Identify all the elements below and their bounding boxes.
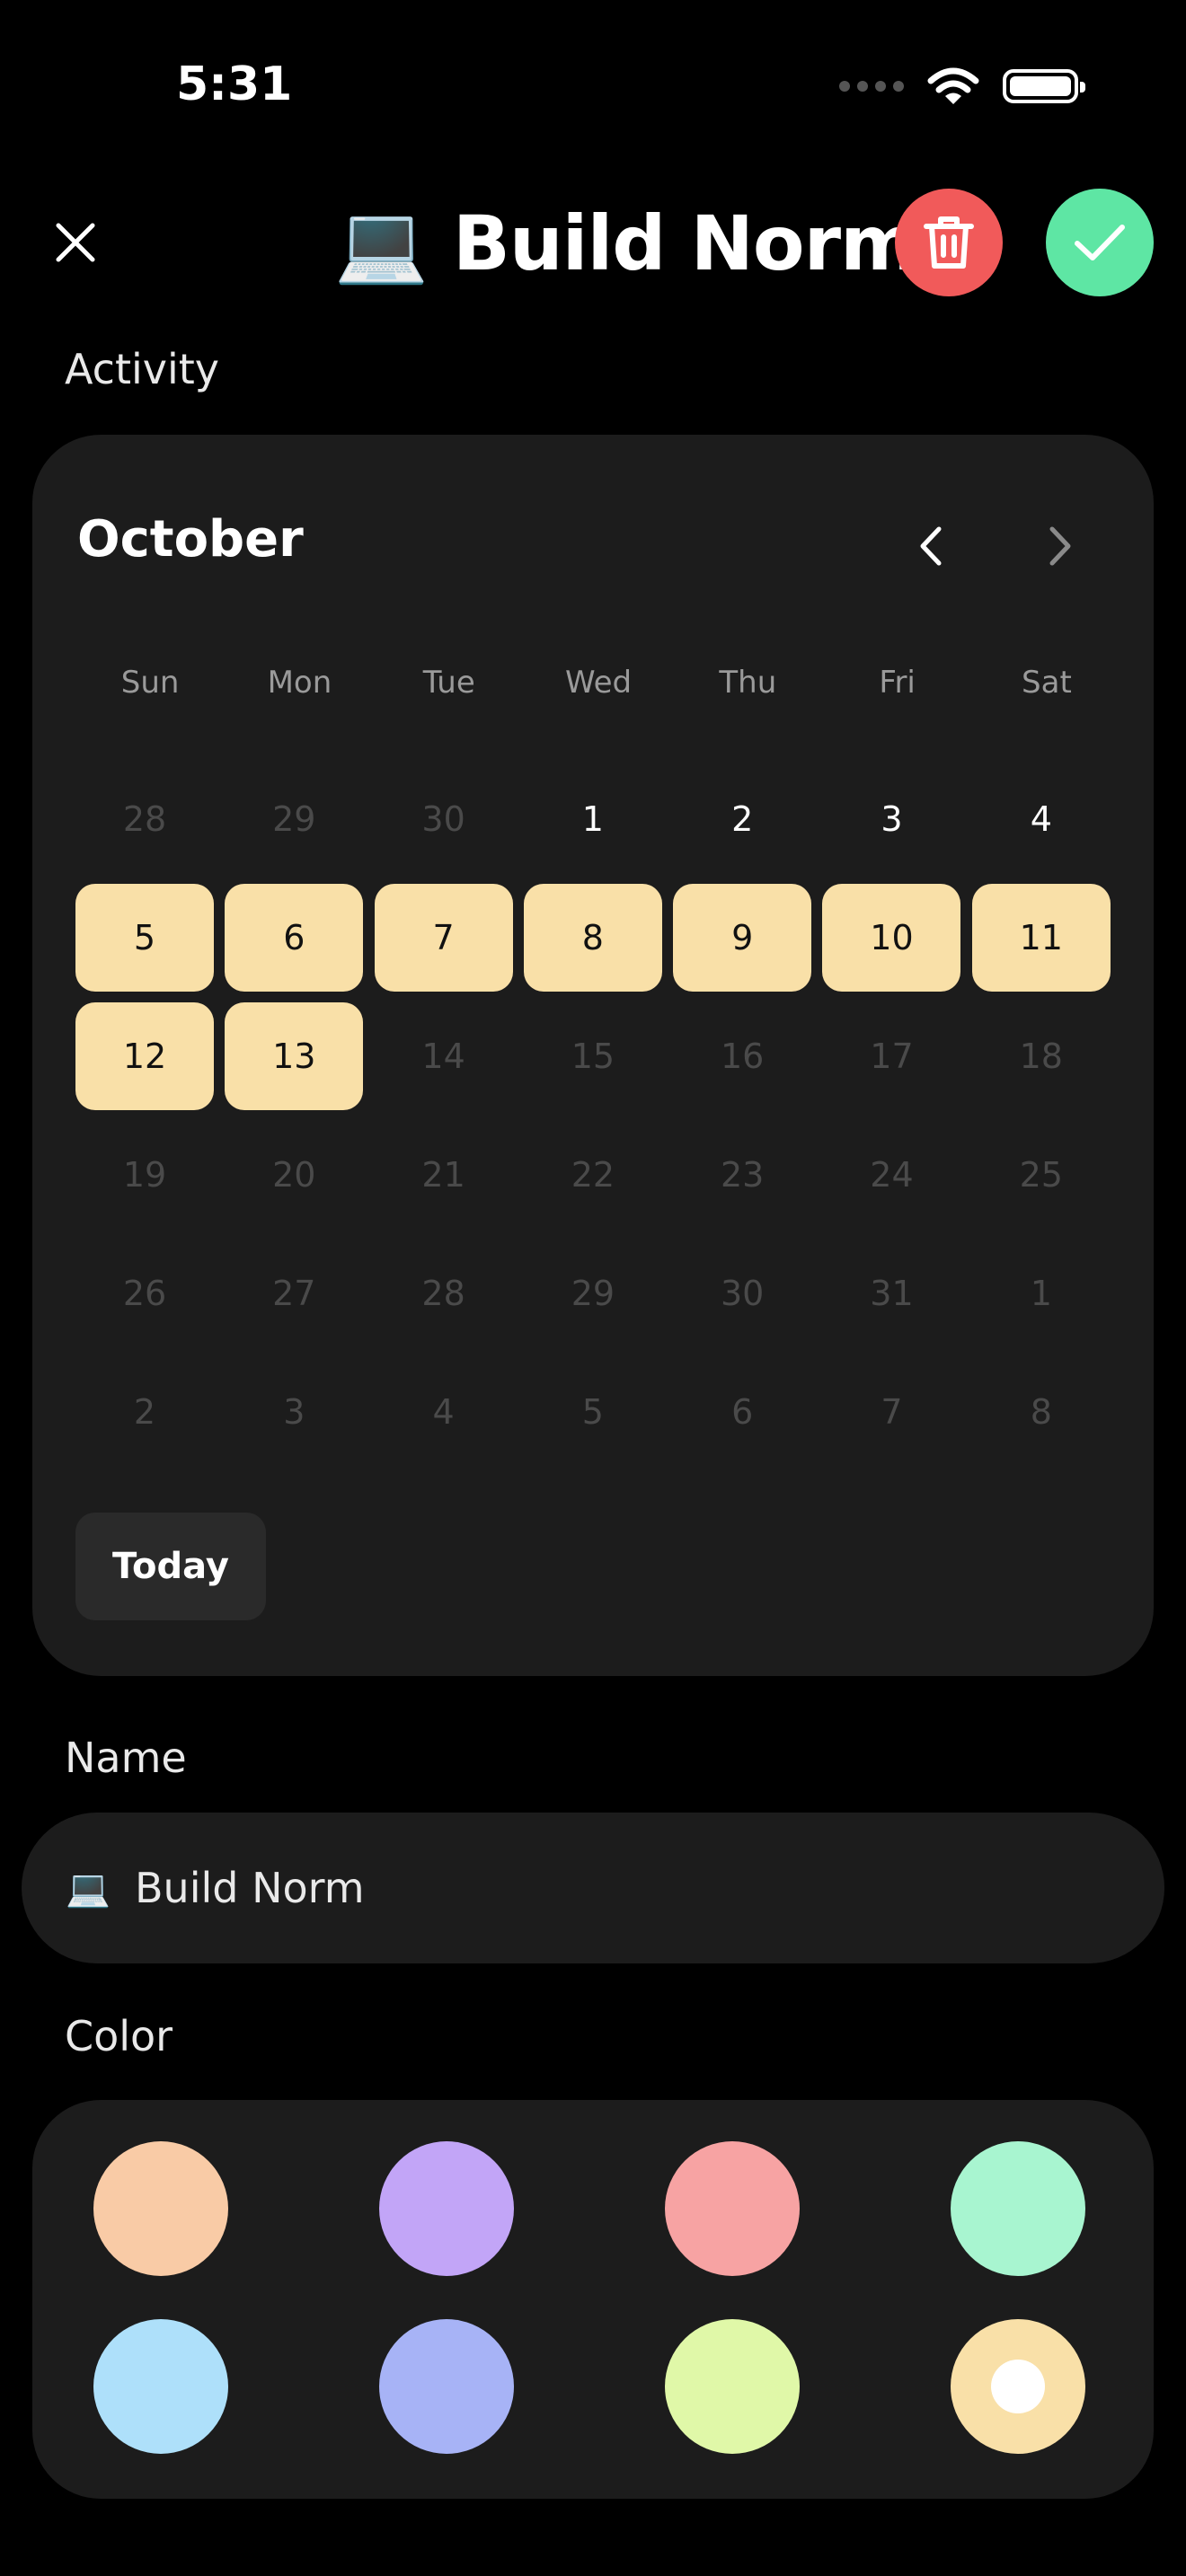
color-swatch[interactable] — [951, 2319, 1085, 2454]
calendar-day-inactive: 6 — [731, 1392, 754, 1432]
weekday-label: Fri — [879, 665, 916, 701]
calendar-day-inactive: 18 — [1019, 1037, 1063, 1076]
calendar-day[interactable]: 3 — [822, 765, 960, 873]
color-swatch[interactable] — [379, 2141, 514, 2276]
calendar-day-inactive: 14 — [421, 1037, 465, 1076]
color-swatch[interactable] — [665, 2141, 800, 2276]
previous-month-button[interactable] — [898, 514, 963, 578]
calendar-day-completed[interactable]: 9 — [673, 884, 812, 992]
calendar-day-inactive: 19 — [122, 1155, 167, 1195]
weekday-label: Sun — [120, 665, 180, 701]
close-button[interactable] — [47, 214, 104, 271]
wifi-icon — [927, 67, 979, 104]
status-time: 5:31 — [176, 57, 293, 111]
next-month-button[interactable] — [1028, 514, 1093, 578]
calendar-day-inactive: 29 — [272, 799, 316, 839]
calendar-day[interactable]: 4 — [972, 765, 1111, 873]
activity-label: Activity — [65, 345, 220, 393]
calendar-day-inactive: 5 — [581, 1392, 604, 1432]
calendar-day-inactive: 23 — [721, 1155, 765, 1195]
battery-icon — [1003, 69, 1085, 103]
calendar-day-inactive: 21 — [421, 1155, 465, 1195]
calendar-day[interactable]: 1 — [524, 765, 662, 873]
calendar-day-inactive: 22 — [571, 1155, 615, 1195]
calendar-day-completed[interactable]: 12 — [75, 1002, 214, 1110]
color-swatch[interactable] — [665, 2319, 800, 2454]
laptop-emoji-icon[interactable]: 💻 — [65, 1865, 111, 1911]
calendar-day-inactive: 4 — [432, 1392, 455, 1432]
calendar-day-completed[interactable]: 7 — [374, 884, 513, 992]
calendar-day-completed[interactable]: 5 — [75, 884, 214, 992]
calendar-day[interactable]: 2 — [673, 765, 811, 873]
calendar-day-inactive: 25 — [1019, 1155, 1063, 1195]
calendar-day-inactive: 8 — [1030, 1392, 1052, 1432]
calendar-day-inactive: 28 — [122, 799, 167, 839]
calendar-day-completed[interactable]: 10 — [822, 884, 961, 992]
color-swatch[interactable] — [93, 2141, 228, 2276]
status-icons — [839, 66, 1085, 106]
calendar-day-inactive: 2 — [133, 1392, 156, 1432]
name-input-value[interactable]: Build Norm — [135, 1864, 365, 1912]
calendar-day-inactive: 31 — [870, 1274, 914, 1313]
calendar-day-inactive: 26 — [122, 1274, 167, 1313]
calendar-day-inactive: 29 — [571, 1274, 615, 1313]
chevron-left-icon — [920, 526, 942, 566]
name-label: Name — [65, 1734, 187, 1782]
calendar-day-inactive: 1 — [1030, 1274, 1052, 1313]
calendar-day-inactive: 7 — [881, 1392, 903, 1432]
selected-indicator — [991, 2360, 1045, 2413]
calendar-month: October — [77, 510, 304, 569]
color-swatch[interactable] — [93, 2319, 228, 2454]
calendar-day-completed[interactable]: 13 — [225, 1002, 364, 1110]
calendar-day-inactive: 16 — [721, 1037, 765, 1076]
checkmark-icon — [1075, 225, 1125, 260]
close-icon — [56, 223, 95, 262]
color-picker — [32, 2100, 1154, 2499]
color-swatch[interactable] — [951, 2141, 1085, 2276]
calendar-day-completed[interactable]: 8 — [523, 884, 662, 992]
calendar-day-inactive: 15 — [571, 1037, 615, 1076]
calendar-day-inactive: 24 — [870, 1155, 914, 1195]
calendar-grid: 28 29 30 1 2 3 4 5 6 7 8 9 10 11 12 13 14 15 16 17 18 19 20 21 2… — [75, 765, 1116, 1466]
calendar-day-inactive: 3 — [283, 1392, 305, 1432]
weekday-label: Mon — [267, 665, 332, 701]
calendar-day-inactive: 28 — [421, 1274, 465, 1313]
activity-calendar: October Sun Mon Tue Wed Thu Fri Sat 28 29 30 1 2 3 4… — [32, 435, 1154, 1676]
calendar-day-inactive: 30 — [721, 1274, 765, 1313]
laptop-emoji-icon: 💻 — [334, 199, 429, 287]
confirm-button[interactable] — [1046, 189, 1154, 296]
weekday-label: Tue — [422, 665, 475, 701]
name-field[interactable]: 💻 Build Norm — [22, 1813, 1164, 1963]
delete-button[interactable] — [895, 189, 1003, 296]
weekday-header: Sun Mon Tue Wed Thu Fri Sat — [75, 665, 1111, 701]
weekday-label: Sat — [1022, 665, 1072, 701]
calendar-day-completed[interactable]: 6 — [225, 884, 364, 992]
habit-title: Build Norm — [452, 199, 919, 287]
weekday-label: Wed — [564, 665, 633, 701]
today-button[interactable]: Today — [75, 1513, 266, 1620]
chevron-right-icon — [1049, 526, 1071, 566]
calendar-day-inactive: 17 — [870, 1037, 914, 1076]
calendar-day-inactive: 20 — [272, 1155, 316, 1195]
color-label: Color — [65, 2012, 173, 2060]
calendar-day-completed[interactable]: 11 — [971, 884, 1111, 992]
weekday-label: Thu — [719, 665, 777, 701]
calendar-day-inactive: 27 — [272, 1274, 316, 1313]
color-swatch[interactable] — [379, 2319, 514, 2454]
trash-icon — [924, 216, 974, 269]
page-title: 💻 Build Norm — [334, 199, 919, 288]
calendar-day-inactive: 30 — [421, 799, 465, 839]
cellular-signal-icon — [839, 81, 904, 92]
